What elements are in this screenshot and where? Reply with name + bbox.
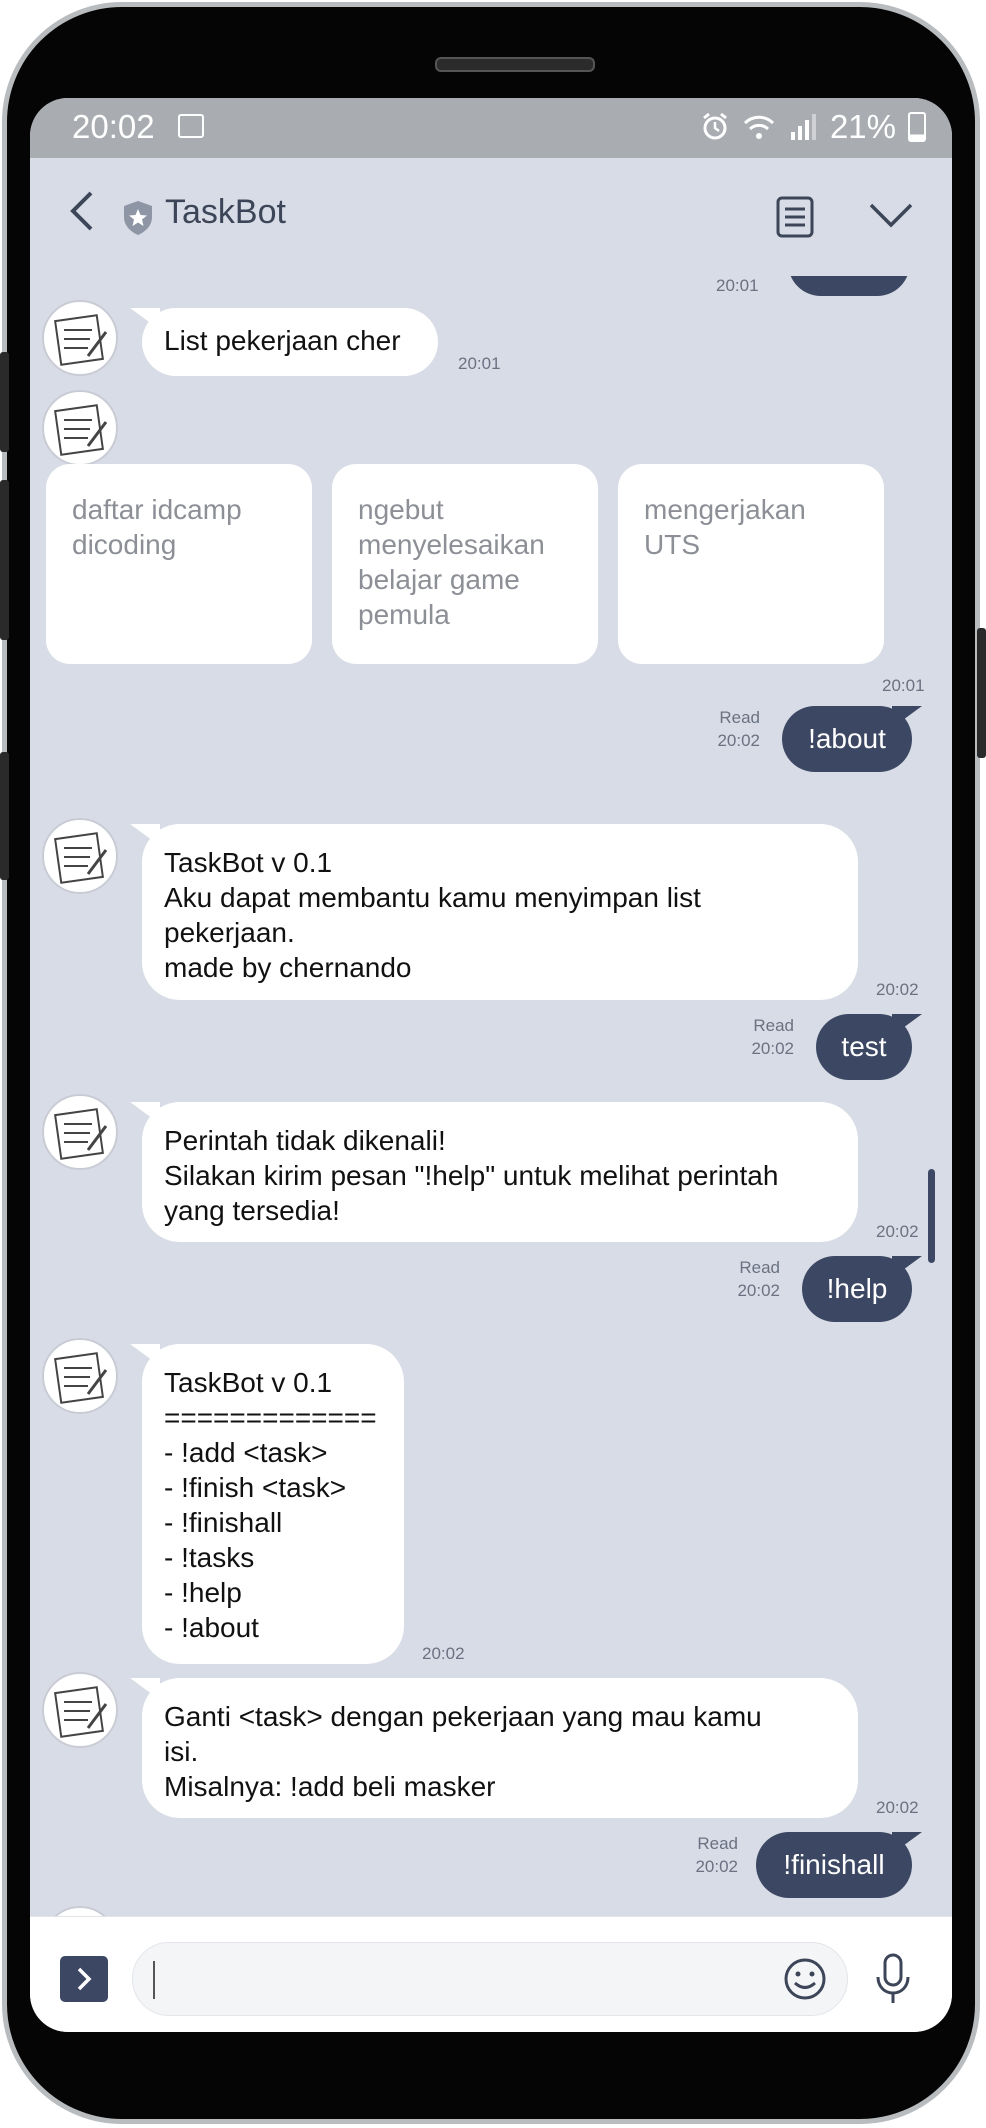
message-time: 20:02 — [876, 1222, 919, 1241]
smiley-icon[interactable] — [783, 1957, 827, 2001]
message-time: 20:01 — [458, 354, 501, 373]
chat-header: TaskBot — [30, 158, 952, 276]
bot-avatar[interactable] — [42, 1094, 118, 1170]
message-input[interactable] — [132, 1942, 848, 2016]
notes-icon[interactable] — [775, 196, 815, 238]
back-arrow-icon[interactable] — [52, 180, 112, 250]
earpiece-speaker — [435, 57, 595, 72]
incoming-message: TaskBot v 0.1 ============= - !add <task… — [142, 1344, 404, 1664]
wifi-icon — [743, 115, 774, 139]
bot-avatar[interactable] — [42, 300, 118, 376]
screen: 20:02 21% TaskBot 20:01 List pekerjaan c… — [30, 98, 952, 2032]
chevron-down-icon[interactable] — [868, 200, 914, 230]
alarm-icon — [703, 112, 727, 140]
incoming-message: List pekerjaan cher — [142, 308, 438, 376]
image-notification-icon — [178, 114, 204, 138]
read-receipt: Read 20:02 — [695, 1834, 738, 1876]
read-receipt: Read 20:02 — [717, 708, 760, 750]
task-card[interactable]: daftar idcamp dicoding — [46, 464, 312, 664]
signal-icon — [790, 114, 816, 140]
bot-avatar[interactable] — [42, 818, 118, 894]
outgoing-message: !finishall — [756, 1832, 912, 1898]
scroll-indicator[interactable] — [928, 1169, 935, 1263]
message-time: 20:02 — [876, 980, 919, 999]
text-cursor — [153, 1961, 155, 1999]
task-card[interactable]: mengerjakan UTS — [618, 464, 884, 664]
shield-star-icon — [124, 201, 152, 235]
input-bar — [30, 1916, 952, 2032]
outgoing-message: !about — [782, 706, 912, 772]
read-receipt: Read 20:02 — [737, 1258, 780, 1300]
incoming-message: Perintah tidak dikenali! Silakan kirim p… — [142, 1102, 858, 1242]
power-button — [977, 628, 986, 758]
incoming-message: Ganti <task> dengan pekerjaan yang mau k… — [142, 1678, 858, 1818]
status-bar: 20:02 21% — [30, 98, 952, 158]
chevron-right-icon[interactable] — [60, 1956, 108, 2002]
message-time: 20:01 — [716, 276, 759, 295]
chat-messages[interactable]: 20:01 List pekerjaan cher 20:01 daftar i… — [30, 276, 952, 1916]
bot-avatar[interactable] — [42, 390, 118, 466]
message-time: 20:01 — [882, 676, 925, 695]
message-time: 20:02 — [876, 1798, 919, 1817]
bot-avatar[interactable] — [42, 1672, 118, 1748]
battery-icon — [908, 112, 926, 142]
volume-button — [0, 480, 9, 640]
task-card[interactable]: ngebut menyelesaikan belajar game pemula — [332, 464, 598, 664]
status-time: 20:02 — [72, 108, 155, 145]
incoming-message: TaskBot v 0.1 Aku dapat membantu kamu me… — [142, 824, 858, 1000]
bot-avatar[interactable] — [42, 1906, 118, 1916]
outgoing-message-partial — [788, 276, 910, 296]
outgoing-message: test — [816, 1014, 912, 1080]
volume-button — [0, 352, 9, 452]
bot-avatar[interactable] — [42, 1338, 118, 1414]
microphone-icon[interactable] — [874, 1953, 912, 2005]
battery-percent: 21% — [829, 108, 896, 145]
message-time: 20:02 — [422, 1644, 465, 1663]
outgoing-message: !help — [802, 1256, 912, 1322]
read-receipt: Read 20:02 — [751, 1016, 794, 1058]
chat-title: TaskBot — [165, 193, 286, 231]
bixby-button — [0, 752, 9, 880]
